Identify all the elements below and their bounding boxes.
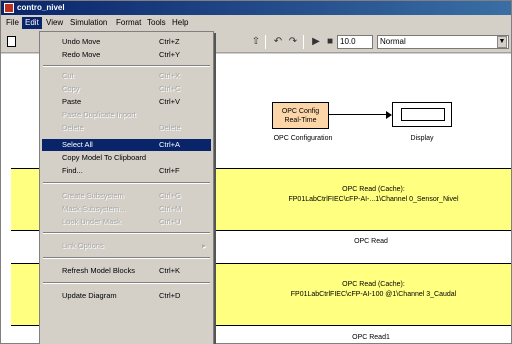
menu-item-create-subsystem[interactable]: Create Subsystem Ctrl+G	[42, 190, 211, 202]
model-window: contro_nivel File Edit View Simulation F…	[0, 0, 512, 344]
window-title: contro_nivel	[17, 3, 65, 12]
up-level-icon[interactable]: ⇧	[249, 35, 263, 49]
opc-config-line1: OPC Config	[281, 108, 320, 115]
opc-read-line1: OPC Read (Cache):	[342, 186, 405, 193]
edit-menu-dropdown: Undo Move Ctrl+Z Redo Move Ctrl+Y Cut Ctrl+…	[39, 31, 214, 344]
menu-item-mask-subsystem[interactable]: Mask Subsystem... Ctrl+M	[42, 203, 211, 215]
title-bar: contro_nivel	[1, 1, 511, 15]
toolbar-separator	[303, 35, 304, 49]
menu-view[interactable]: View	[43, 17, 66, 29]
menu-tools[interactable]: Tools	[144, 17, 169, 29]
menu-item-paste[interactable]: Paste Ctrl+V	[42, 96, 211, 108]
menu-edit[interactable]: Edit	[22, 17, 42, 29]
opc-read-caption: OPC Read	[354, 238, 388, 245]
simulink-app-icon	[4, 3, 14, 13]
menu-item-look-under-mask[interactable]: Look Under Mask Ctrl+U	[42, 216, 211, 228]
menu-item-copy[interactable]: Copy Ctrl+C	[42, 83, 211, 95]
menu-item-cut[interactable]: Cut Ctrl+X	[42, 70, 211, 82]
menu-item-link-options[interactable]: Link Options ▸	[42, 240, 211, 252]
menu-separator	[43, 257, 210, 259]
stop-time-input[interactable]: 10.0	[337, 35, 373, 49]
stop-simulation-icon[interactable]: ■	[323, 35, 337, 49]
menu-item-refresh-model-blocks[interactable]: Refresh Model Blocks Ctrl+K	[42, 265, 211, 277]
menu-separator	[43, 282, 210, 284]
menu-item-select-all[interactable]: Select All Ctrl+A	[42, 139, 211, 151]
new-model-icon[interactable]	[7, 36, 16, 47]
submenu-arrow-icon: ▸	[202, 241, 206, 250]
menu-item-find[interactable]: Find... Ctrl+F	[42, 165, 211, 177]
menu-item-redo-move[interactable]: Redo Move Ctrl+Y	[42, 49, 211, 61]
display-block[interactable]	[392, 102, 452, 127]
display-readout	[401, 108, 445, 121]
menu-separator	[43, 182, 210, 184]
menu-item-delete[interactable]: Delete Delete	[42, 122, 211, 134]
menu-bar: File Edit View Simulation Format Tools H…	[1, 15, 511, 31]
opc-config-line2: Real-Time	[284, 117, 317, 124]
chevron-down-icon[interactable]: ▼	[497, 36, 507, 48]
opc-read-block[interactable]: OPC Read (Cache): FP01LabCtrlFIEC\cFP-AI…	[236, 168, 511, 231]
toolbar-separator	[265, 35, 266, 49]
menu-file[interactable]: File	[3, 17, 22, 29]
simulation-mode-select[interactable]: Normal	[377, 35, 509, 49]
redo-icon[interactable]: ↷	[286, 35, 300, 49]
menu-item-undo-move[interactable]: Undo Move Ctrl+Z	[42, 36, 211, 48]
signal-line[interactable]	[329, 114, 389, 115]
start-simulation-icon[interactable]: ▶	[309, 35, 323, 49]
display-caption: Display	[410, 135, 434, 142]
opc-read1-block[interactable]: OPC Read (Cache): FP01LabCtrlFIEC\cFP-AI…	[236, 263, 511, 326]
opc-read1-line2: FP01LabCtrlFIEC\cFP-AI-100 @1\Channel 3_…	[290, 291, 457, 298]
opc-config-caption: OPC Configuration	[273, 135, 333, 142]
opc-read1-caption: OPC Read1	[352, 334, 390, 341]
menu-format[interactable]: Format	[113, 17, 144, 29]
menu-item-paste-duplicate-inport[interactable]: Paste Duplicate Inport	[42, 109, 211, 121]
opc-read-line2: FP01LabCtrlFIEC\cFP-AI-...1\Channel 0_Se…	[288, 196, 459, 203]
menu-separator	[43, 65, 210, 67]
undo-icon[interactable]: ↶	[271, 35, 285, 49]
menu-help[interactable]: Help	[169, 17, 191, 29]
opc-read1-line1: OPC Read (Cache):	[342, 281, 405, 288]
menu-item-copy-model-to-clipboard[interactable]: Copy Model To Clipboard	[42, 152, 211, 164]
menu-simulation[interactable]: Simulation	[67, 17, 110, 29]
menu-separator	[43, 232, 210, 234]
menu-item-update-diagram[interactable]: Update Diagram Ctrl+D	[42, 290, 211, 302]
opc-config-block[interactable]: OPC Config Real-Time	[272, 102, 329, 129]
